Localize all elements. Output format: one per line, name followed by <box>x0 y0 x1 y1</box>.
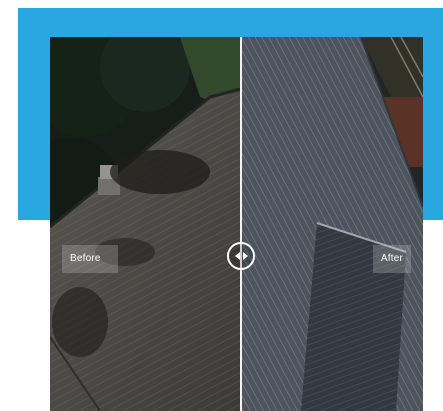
old-roof-photo <box>50 37 241 411</box>
chevron-right-icon <box>242 252 248 260</box>
chevron-left-icon <box>234 252 240 260</box>
slider-divider-line[interactable] <box>240 37 242 411</box>
slider-handle[interactable] <box>227 242 255 270</box>
after-image <box>241 37 423 411</box>
comparison-viewer[interactable]: Before After <box>50 37 423 411</box>
after-label: After <box>372 245 411 273</box>
before-after-widget: Before After <box>0 0 443 411</box>
before-label: Before <box>62 245 118 273</box>
new-roof-photo <box>241 37 423 411</box>
before-image <box>50 37 241 411</box>
